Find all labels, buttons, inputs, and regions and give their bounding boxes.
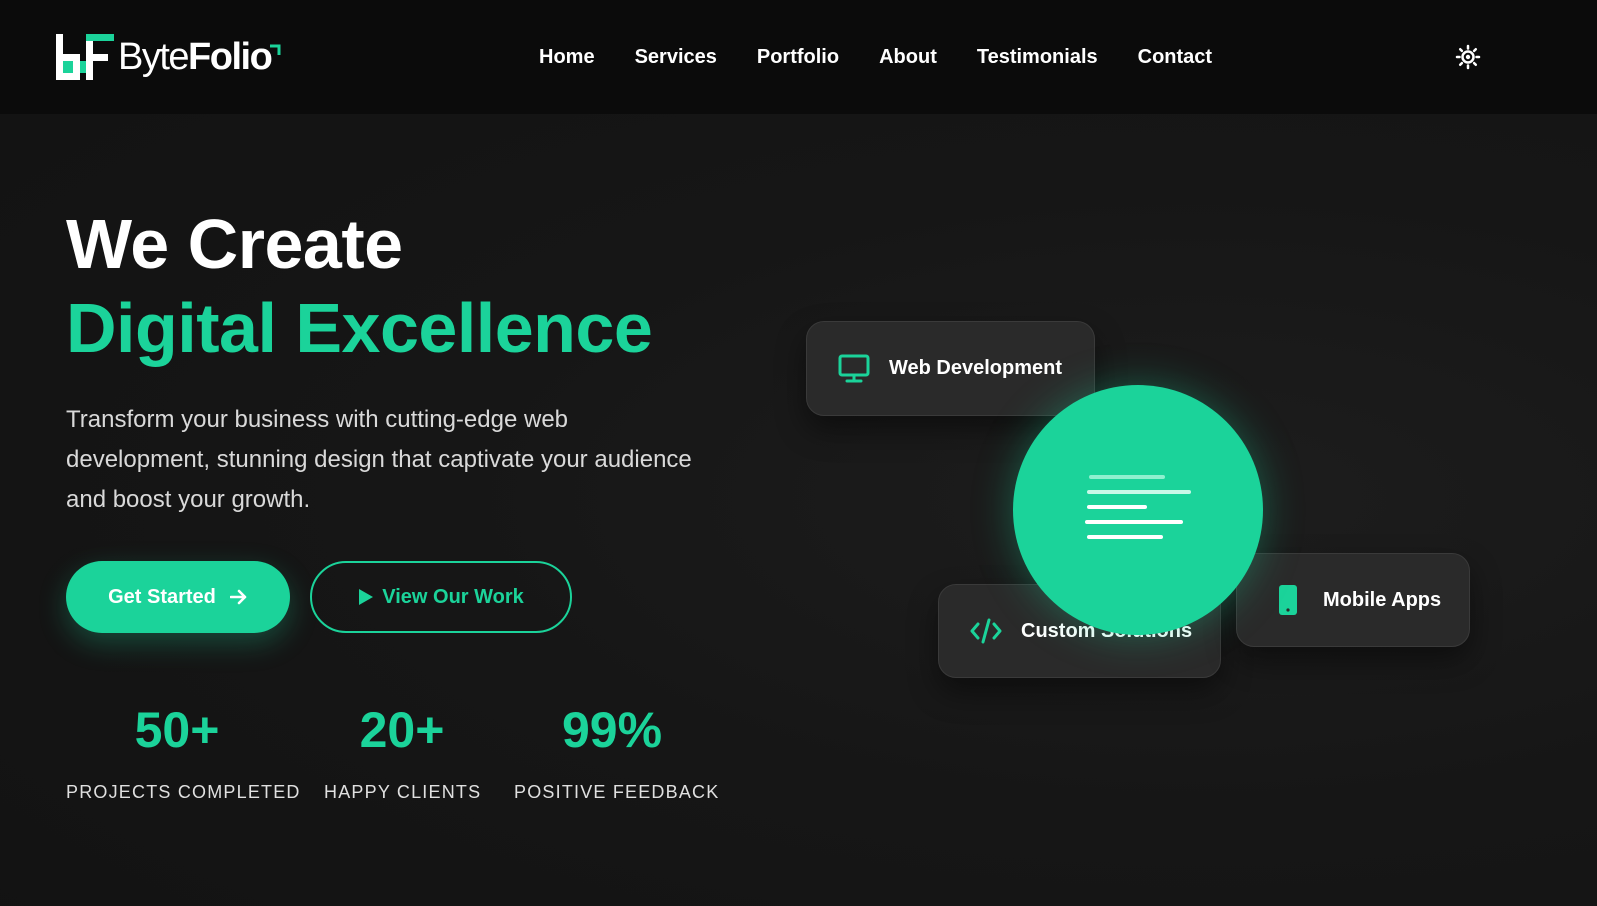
stat-clients: 20+ HAPPY CLIENTS: [324, 700, 480, 804]
nav-item-home[interactable]: Home: [539, 42, 595, 72]
code-icon: [969, 614, 1003, 648]
get-started-button[interactable]: Get Started: [66, 561, 290, 633]
logo[interactable]: ByteFolio: [54, 32, 281, 82]
service-card-label: Web Development: [889, 357, 1062, 379]
logo-text-folio: Folio: [188, 36, 273, 78]
service-card-label: Mobile Apps: [1323, 588, 1442, 611]
smartphone-icon: [1271, 583, 1305, 617]
main-nav: Home Services Portfolio About Testimonia…: [539, 42, 1212, 72]
play-icon: [359, 589, 374, 605]
theme-toggle-button[interactable]: [1455, 44, 1481, 70]
view-our-work-label: View Our Work: [382, 585, 524, 608]
hero-center-circle: [1013, 385, 1263, 635]
hero-title-line1: We Create: [66, 205, 403, 283]
monitor-icon: [837, 352, 871, 386]
navbar: ByteFolio Home Services Portfolio About …: [0, 0, 1597, 114]
stat-value: 99%: [561, 702, 663, 758]
logo-mark-icon: [56, 34, 114, 80]
text-lines-icon: [1085, 475, 1191, 539]
stat-value: 20+: [359, 702, 445, 758]
page: ByteFolio Home Services Portfolio About …: [0, 0, 1597, 906]
stat-label: HAPPY CLIENTS: [324, 782, 482, 802]
service-card-web-development[interactable]: Web Development: [806, 321, 1095, 416]
logo-text-byte: Byte: [118, 36, 190, 78]
stat-feedback: 99% POSITIVE FEEDBACK: [514, 700, 720, 804]
stat-projects: 50+ PROJECTS COMPLETED: [66, 700, 301, 804]
arrow-right-icon: [229, 589, 247, 605]
nav-item-services[interactable]: Services: [635, 42, 717, 72]
nav-item-contact[interactable]: Contact: [1138, 42, 1212, 72]
nav-item-about[interactable]: About: [879, 42, 937, 72]
nav-item-portfolio[interactable]: Portfolio: [757, 42, 839, 72]
hero-title-line2: Digital Excellence: [66, 289, 653, 367]
view-our-work-button[interactable]: View Our Work: [310, 561, 572, 633]
stat-label: PROJECTS COMPLETED: [66, 782, 301, 802]
hero-description: Transform your business with cutting-edg…: [66, 406, 692, 513]
service-card-mobile-apps[interactable]: Mobile Apps: [1236, 553, 1470, 647]
stat-value: 50+: [134, 702, 220, 758]
get-started-label: Get Started: [108, 585, 216, 608]
logo-corner-icon: [270, 44, 281, 55]
sun-icon: [1455, 44, 1481, 70]
stat-label: POSITIVE FEEDBACK: [514, 782, 720, 802]
nav-item-testimonials[interactable]: Testimonials: [977, 42, 1098, 72]
